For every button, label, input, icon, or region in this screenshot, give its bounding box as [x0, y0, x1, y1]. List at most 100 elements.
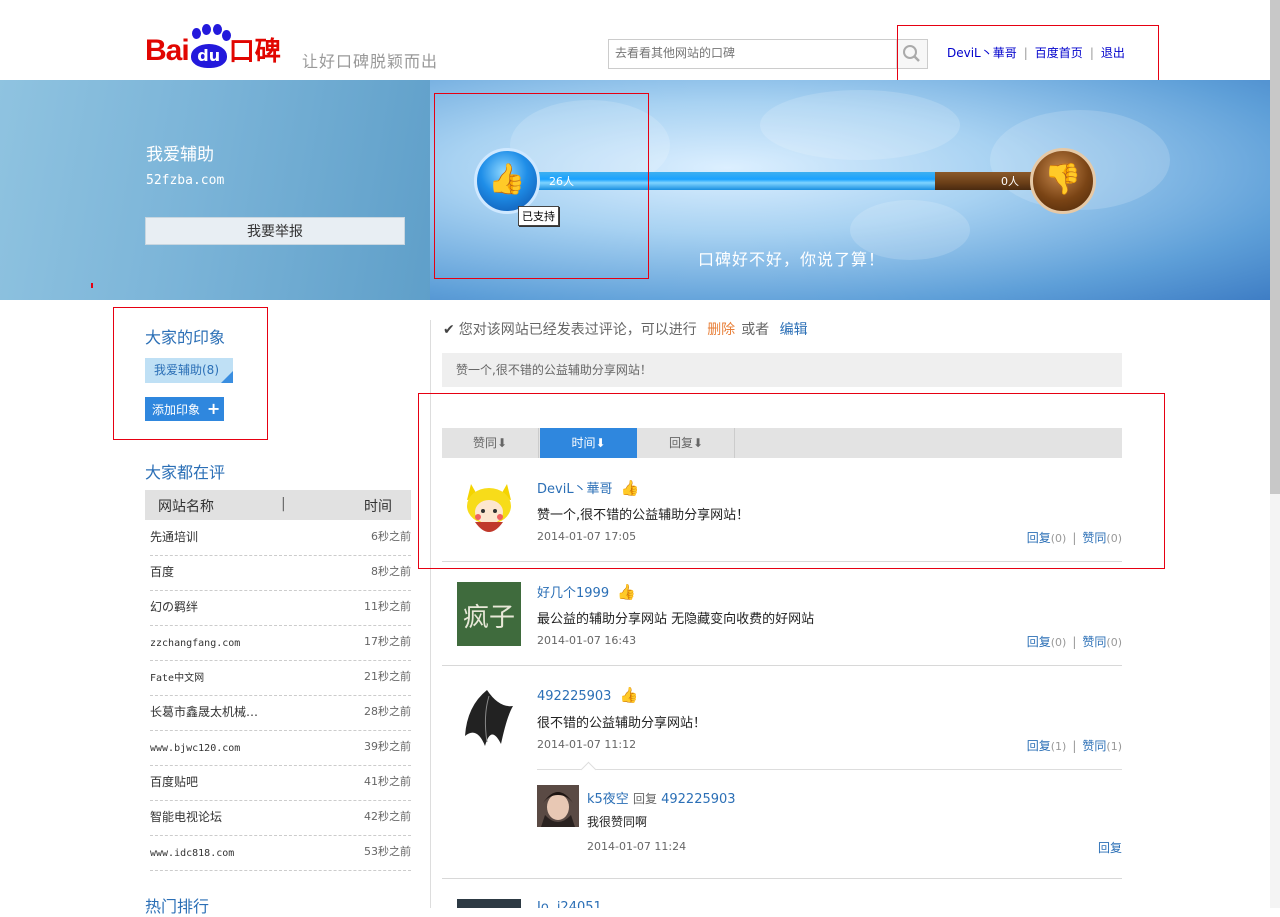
ranking-row[interactable]: www.bjwc120.com 39秒之前: [150, 730, 411, 766]
marker: [91, 283, 93, 288]
impressions-title: 大家的印象: [145, 328, 226, 347]
ranking-site-name[interactable]: Fate中文网: [150, 673, 204, 684]
username-link[interactable]: DeviL丶華哥: [947, 46, 1017, 60]
ranking-row[interactable]: 智能电视论坛 42秒之前: [150, 800, 411, 836]
col-separator: |: [281, 496, 286, 512]
ranking-site-name[interactable]: 先通培训: [150, 530, 198, 544]
ranking-time: 8秒之前: [371, 565, 411, 578]
reply-time: 2014-01-07 11:24: [587, 840, 687, 853]
comment-username[interactable]: 492225903: [537, 689, 611, 704]
reply-reply-button[interactable]: 回复: [1098, 839, 1122, 856]
avatar[interactable]: [457, 686, 521, 750]
logout-link[interactable]: 退出: [1101, 46, 1125, 60]
ranking-site-name[interactable]: zzchangfang.com: [150, 638, 240, 649]
agree-count: (0): [1106, 532, 1122, 545]
comment-username[interactable]: DeviL丶華哥: [537, 482, 613, 497]
ranking-header: 网站名称 | 时间: [145, 490, 411, 520]
ranking-site-name[interactable]: 幻の羁绊: [150, 600, 198, 614]
ranking-time: 17秒之前: [364, 635, 411, 648]
ranking-site-name[interactable]: www.bjwc120.com: [150, 743, 240, 754]
avatar[interactable]: [457, 478, 521, 542]
ranking-site-name[interactable]: www.idc818.com: [150, 848, 234, 859]
scrollbar-thumb[interactable]: [1270, 0, 1280, 494]
comment-time: 2014-01-07 16:43: [537, 634, 637, 647]
ranking-time: 39秒之前: [364, 740, 411, 753]
search-input[interactable]: [609, 40, 901, 66]
comment-user[interactable]: 好几个1999 👍: [537, 582, 636, 601]
comment-user[interactable]: 492225903 👍: [537, 686, 638, 704]
separator: |: [1072, 739, 1077, 753]
agree-button[interactable]: 赞同: [1082, 531, 1106, 545]
ranking-row[interactable]: zzchangfang.com 17秒之前: [150, 625, 411, 661]
agree-button[interactable]: 赞同: [1082, 635, 1106, 649]
ranking-row[interactable]: Fate中文网 21秒之前: [150, 660, 411, 696]
add-impression-label: 添加印象: [152, 403, 201, 417]
agree-button[interactable]: 赞同: [1082, 739, 1106, 753]
ranking-row[interactable]: 先通培训 6秒之前: [150, 520, 411, 556]
comment-username[interactable]: 好几个1999: [537, 586, 609, 601]
search-icon: [903, 45, 920, 62]
thumbs-down-icon[interactable]: 👎: [1030, 148, 1096, 214]
delete-link[interactable]: 删除: [707, 322, 735, 338]
reply-button[interactable]: 回复: [1027, 739, 1051, 753]
sort-agree-tab[interactable]: 赞同⬇: [442, 428, 539, 458]
col-site-name: 网站名称: [158, 499, 214, 515]
agree-count: (1): [1106, 740, 1122, 753]
impression-tag-label: 我爱辅助(8): [154, 363, 219, 377]
paw-icon: du: [189, 24, 231, 68]
ranking-time: 6秒之前: [371, 530, 411, 543]
baidu-koubei-logo[interactable]: Bai du 口碑: [145, 24, 281, 70]
reply-target[interactable]: 492225903: [661, 792, 735, 807]
thumbs-up-icon[interactable]: 👍: [474, 148, 540, 214]
ranking-row[interactable]: 幻の羁绊 11秒之前: [150, 590, 411, 626]
avatar[interactable]: [457, 899, 521, 908]
logo-text: Bai: [145, 34, 190, 67]
edit-link[interactable]: 编辑: [780, 322, 808, 338]
search-button[interactable]: [896, 40, 927, 68]
ranking-time: 11秒之前: [364, 600, 411, 613]
separator: |: [1072, 635, 1077, 649]
ranking-time: 41秒之前: [364, 775, 411, 788]
reply-user: k5夜空 回复 492225903: [587, 788, 736, 807]
add-impression-button[interactable]: 添加印象 +: [145, 397, 224, 421]
vote-bar-oppose: [935, 172, 1035, 190]
ranking-site-name[interactable]: 智能电视论坛: [150, 810, 222, 824]
reply-button[interactable]: 回复: [1027, 531, 1051, 545]
reply-count: (0): [1050, 636, 1067, 649]
ranking-row[interactable]: 百度贴吧 41秒之前: [150, 765, 411, 801]
ranking-site-name[interactable]: 百度贴吧: [150, 775, 198, 789]
reply-button[interactable]: 回复: [1027, 635, 1051, 649]
motto: 口碑好不好，你说了算！: [698, 250, 886, 269]
support-count: 26人: [549, 175, 574, 188]
notice-or: 或者: [741, 322, 770, 338]
sort-reply-tab[interactable]: 回复⬇: [638, 428, 735, 458]
thumbs-up-icon: 👍: [620, 479, 640, 497]
ranking-site-name[interactable]: 百度: [150, 565, 174, 579]
partial-username[interactable]: Jo..i24051: [537, 900, 602, 908]
comment-user[interactable]: DeviL丶華哥 👍: [537, 478, 639, 497]
oppose-count: 0人: [1001, 175, 1019, 188]
reply-text: 我很赞同啊: [587, 815, 648, 829]
checkmark-icon: [221, 371, 233, 383]
reply-item: k5夜空 回复 492225903 我很赞同啊 2014-01-07 11:24…: [537, 761, 1122, 856]
ranking-row[interactable]: 百度 8秒之前: [150, 555, 411, 591]
col-time: 时间: [364, 499, 392, 515]
supported-tooltip: 已支持: [518, 206, 559, 226]
column-divider: [430, 320, 431, 908]
baidu-home-link[interactable]: 百度首页: [1035, 46, 1083, 60]
reply-username[interactable]: k5夜空: [587, 792, 629, 807]
separator: |: [1072, 531, 1077, 545]
reply-avatar[interactable]: [537, 785, 579, 827]
impression-tag[interactable]: 我爱辅助(8): [145, 358, 233, 383]
ranking-row[interactable]: 长葛市鑫晟太机械… 28秒之前: [150, 695, 411, 731]
report-button[interactable]: 我要举报: [145, 217, 405, 245]
sort-time-tab[interactable]: 时间⬇: [540, 428, 637, 458]
comment-username[interactable]: Jo..i24051: [537, 899, 602, 908]
plus-icon: +: [206, 399, 221, 418]
ranking-site-name[interactable]: 长葛市鑫晟太机械…: [150, 705, 258, 719]
avatar[interactable]: 疯子: [457, 582, 521, 646]
vote-bar-support: [535, 172, 935, 190]
check-icon: ✔: [443, 322, 455, 338]
ranking-row[interactable]: www.idc818.com 53秒之前: [150, 835, 411, 871]
comment-actions: 回复(0) | 赞同(0): [1027, 633, 1122, 650]
